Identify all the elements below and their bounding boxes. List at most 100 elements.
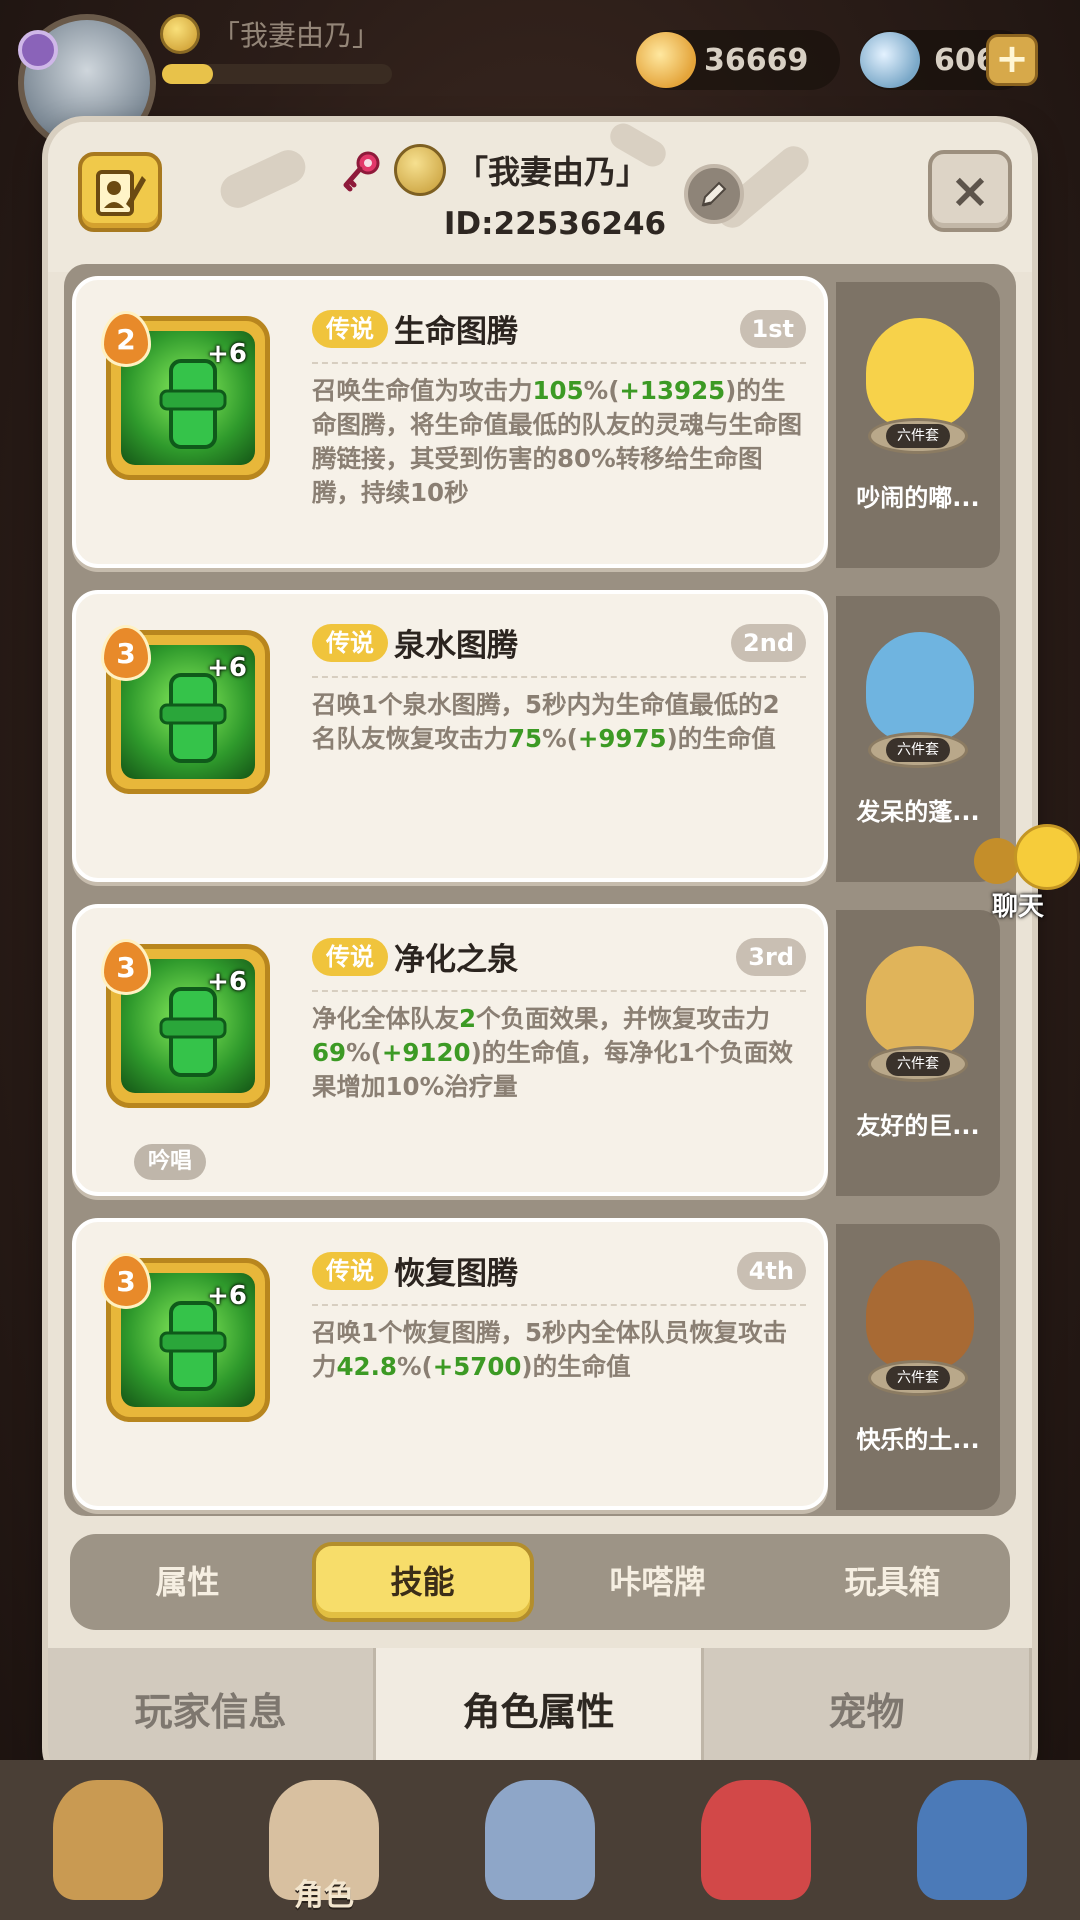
skill-row: 六件套 吵闹的嘟... +6 2 传说 生命图腾 1st 召唤生命值为攻击力10… (64, 268, 1016, 568)
tab-1[interactable]: 技能 (311, 1542, 534, 1622)
nav-item-role[interactable]: 角色 (216, 1760, 432, 1920)
desc-part: 个负面效果，并恢复攻击力 (476, 1004, 771, 1033)
nav-item-weapon[interactable] (432, 1760, 648, 1920)
hud-name-row: 「我妻由乃」 (160, 14, 380, 54)
skill-icon-frame: +6 3 (101, 1253, 270, 1422)
skill-name: 净化之泉 (394, 942, 518, 978)
gem-shell-icon (860, 32, 920, 88)
skill-slot-rank: 3rd (736, 938, 806, 976)
toy-figure-icon (866, 632, 974, 742)
toy-set-badge: 六件套 (886, 1052, 950, 1076)
toy-panel[interactable]: 六件套 友好的巨... (836, 910, 1000, 1196)
tab-3[interactable]: 玩具箱 (782, 1542, 1004, 1622)
chat-avatar-icon (974, 838, 1020, 884)
toy-name: 快乐的土... (856, 1426, 980, 1454)
desc-part: %( (396, 1352, 433, 1381)
bottom-nav: 角色 (0, 1760, 1080, 1920)
nav-item-hero[interactable] (0, 1760, 216, 1920)
skill-icon-frame: +6 2 (101, 311, 270, 480)
close-button[interactable]: × (928, 150, 1012, 232)
skill-level-badge: 3 (101, 1253, 151, 1309)
pet-creature-icon (701, 1780, 811, 1900)
skill-level-badge: 2 (101, 311, 151, 367)
desc-part: %( (542, 724, 578, 753)
desc-part: 75 (508, 724, 543, 753)
skill-name: 泉水图腾 (394, 628, 518, 664)
skill-card[interactable]: +6 3 传说 泉水图腾 2nd 召唤1个泉水图腾，5秒内为生命值最低的2名队友… (72, 590, 828, 882)
tab-2[interactable]: 咔嗒牌 (547, 1542, 769, 1622)
skill-row: 六件套 快乐的土... +6 3 传说 恢复图腾 4th 召唤1个恢复图腾，5秒… (64, 1210, 1016, 1510)
toy-figure-icon (866, 946, 974, 1056)
toy-figure-icon (866, 1260, 974, 1370)
nav-item-pet[interactable] (648, 1760, 864, 1920)
toy-panel[interactable]: 六件套 吵闹的嘟... (836, 282, 1000, 568)
chat-button[interactable]: 聊天 (974, 820, 1080, 922)
divider (312, 362, 806, 364)
divider (312, 676, 806, 678)
player-info-dialog: 「我妻由乃」 ID:22536246 × 六件套 吵闹的嘟... +6 2 传说… (48, 122, 1032, 1784)
desc-part: 105 (532, 376, 584, 405)
section-tab-bar: 属性 技能 咔嗒牌 玩具箱 (70, 1534, 1010, 1630)
skill-row: 六件套 发呆的蓬... +6 3 传说 泉水图腾 2nd 召唤1个泉水图腾，5秒… (64, 582, 1016, 882)
divider (312, 1304, 806, 1306)
hud-player-name: 「我妻由乃」 (212, 19, 381, 52)
desc-part: %( (346, 1038, 382, 1067)
desc-part: +9975 (577, 724, 667, 753)
skill-name: 恢复图腾 (394, 1256, 518, 1292)
desc-part: 召唤生命值为攻击力 (312, 376, 533, 405)
toy-panel[interactable]: 六件套 快乐的土... (836, 1224, 1000, 1510)
desc-part: +9120 (381, 1038, 471, 1067)
rarity-tag: 传说 (312, 1252, 388, 1290)
toy-name: 友好的巨... (856, 1112, 980, 1140)
skill-description: 净化全体队友2个负面效果，并恢复攻击力69%(+9120)的生命值，每净化1个负… (312, 1002, 804, 1104)
skill-description: 召唤1个泉水图腾，5秒内为生命值最低的2名队友恢复攻击力75%(+9975)的生… (312, 688, 804, 756)
dialog-title-row: 「我妻由乃」 (338, 144, 648, 196)
desc-part: )的生命值 (521, 1352, 631, 1381)
desc-part: 2 (459, 1004, 477, 1033)
skill-list[interactable]: 六件套 吵闹的嘟... +6 2 传说 生命图腾 1st 召唤生命值为攻击力10… (64, 264, 1016, 1516)
skill-card[interactable]: +6 2 传说 生命图腾 1st 召唤生命值为攻击力105%(+13925)的生… (72, 276, 828, 568)
add-gem-button[interactable]: + (986, 34, 1038, 86)
skill-description: 召唤1个恢复图腾，5秒内全体队员恢复攻击力42.8%(+5700)的生命值 (312, 1316, 804, 1384)
skill-slot-rank: 2nd (731, 624, 806, 662)
desc-part: 净化全体队友 (312, 1004, 459, 1033)
divider (312, 990, 806, 992)
hero-character-icon (53, 1780, 163, 1900)
toy-figure-icon (866, 318, 974, 428)
skill-description: 召唤生命值为攻击力105%(+13925)的生命图腾，将生命值最低的队友的灵魂与… (312, 374, 804, 510)
player-id: ID:22536246 (443, 206, 667, 242)
rank-emblem-icon (394, 144, 446, 196)
rank-icon (160, 14, 200, 54)
tab-0[interactable]: 属性 (77, 1542, 299, 1622)
avatar-badge-icon (18, 30, 58, 70)
chat-label: 聊天 (992, 892, 1045, 922)
chant-tag: 吟唱 (134, 1144, 207, 1180)
skill-slot-rank: 1st (739, 310, 806, 348)
exp-bar (162, 64, 392, 84)
skill-icon-frame: +6 3 (101, 625, 270, 794)
desc-part: +5700 (432, 1352, 522, 1381)
sword-icon (485, 1780, 595, 1900)
skill-icon-frame: +6 3 (101, 939, 270, 1108)
skill-level-badge: 3 (101, 939, 151, 995)
skill-name: 生命图腾 (394, 314, 518, 350)
toy-name: 吵闹的嘟... (856, 484, 980, 512)
gold-counter: 36669 (636, 30, 840, 90)
toy-set-badge: 六件套 (886, 424, 950, 448)
rarity-tag: 传说 (312, 624, 388, 662)
skill-card[interactable]: +6 3 传说 恢复图腾 4th 召唤1个恢复图腾，5秒内全体队员恢复攻击力42… (72, 1218, 828, 1510)
desc-part: )的生命值 (666, 724, 776, 753)
nav-label-role: 角色 (294, 1878, 354, 1913)
skill-row: 六件套 友好的巨... +6 3 传说 净化之泉 3rd 净化全体队友2个负面效… (64, 896, 1016, 1196)
desc-part: %( (583, 376, 620, 405)
gold-coin-icon (636, 32, 696, 88)
desc-part: +13925 (619, 376, 726, 405)
skill-plus-level: +6 (207, 1281, 247, 1311)
skill-plus-level: +6 (207, 967, 247, 997)
chat-emoji-icon (1014, 824, 1080, 890)
rarity-tag: 传说 (312, 310, 388, 348)
skill-card[interactable]: +6 3 传说 净化之泉 3rd 净化全体队友2个负面效果，并恢复攻击力 69%(… (72, 904, 828, 1196)
gem-counter: 606 + (860, 30, 1038, 90)
toy-set-badge: 六件套 (886, 1366, 950, 1390)
nav-item-guild[interactable] (864, 1760, 1080, 1920)
